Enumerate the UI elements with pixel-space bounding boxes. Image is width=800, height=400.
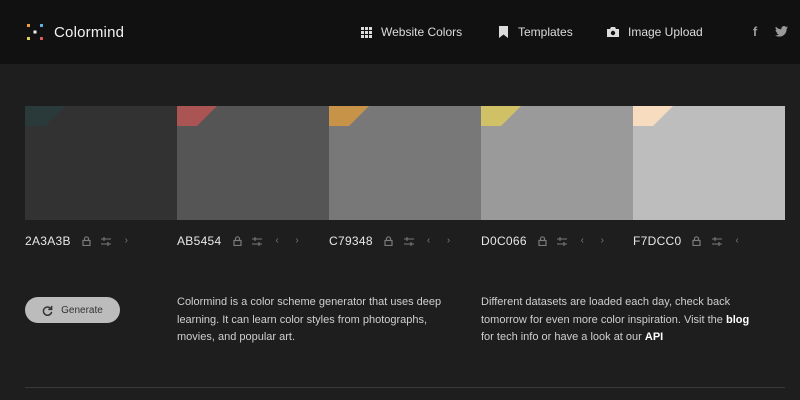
swatch-controls: D0C066 ‹ › <box>481 232 617 250</box>
adjust-sliders-icon[interactable] <box>101 236 112 247</box>
swatch-controls: AB5454 ‹ › <box>177 232 312 250</box>
color-code[interactable]: 2A3A3B <box>25 234 71 248</box>
twitter-icon[interactable] <box>774 24 788 38</box>
swatch-controls: C79348 ‹ › <box>329 232 463 250</box>
generate-button[interactable]: Generate <box>25 297 120 323</box>
color-swatch[interactable] <box>25 106 177 220</box>
nav-image-upload-label: Image Upload <box>628 25 703 39</box>
bookmark-icon <box>497 26 509 38</box>
color-swatch[interactable] <box>481 106 633 220</box>
color-code[interactable]: D0C066 <box>481 234 527 248</box>
chevron-right-icon[interactable]: › <box>597 236 608 247</box>
swatch-corner-accent <box>633 106 673 126</box>
adjust-sliders-icon[interactable] <box>711 236 722 247</box>
nav-templates[interactable]: Templates <box>497 23 573 41</box>
swatch-corner-accent <box>329 106 369 126</box>
divider <box>25 387 785 388</box>
color-code[interactable]: AB5454 <box>177 234 222 248</box>
camera-icon <box>607 26 619 38</box>
color-swatch[interactable] <box>329 106 481 220</box>
lock-icon[interactable] <box>383 236 394 247</box>
facebook-icon[interactable]: f <box>748 24 762 39</box>
chevron-right-icon[interactable]: › <box>121 236 132 247</box>
datasets-text-part: Different datasets are loaded each day, … <box>481 296 731 326</box>
refresh-icon <box>42 305 53 316</box>
swatch-corner-accent <box>177 106 217 126</box>
generate-label: Generate <box>61 304 103 316</box>
grid-icon <box>360 26 372 38</box>
colormind-logo-icon <box>27 24 43 40</box>
lock-icon[interactable] <box>537 236 548 247</box>
lock-icon[interactable] <box>81 236 92 247</box>
adjust-sliders-icon[interactable] <box>403 236 414 247</box>
nav-website-colors-label: Website Colors <box>381 25 463 39</box>
swatch-corner-accent <box>25 106 65 126</box>
swatch-controls: F7DCC0 ‹ <box>633 232 751 250</box>
lock-icon[interactable] <box>691 236 702 247</box>
adjust-sliders-icon[interactable] <box>557 236 568 247</box>
chevron-right-icon[interactable]: › <box>292 236 303 247</box>
adjust-sliders-icon[interactable] <box>252 236 263 247</box>
chevron-left-icon[interactable]: ‹ <box>731 236 742 247</box>
swatch-corner-accent <box>481 106 521 126</box>
nav-templates-label: Templates <box>518 25 573 39</box>
color-swatch[interactable] <box>177 106 329 220</box>
color-code[interactable]: C79348 <box>329 234 373 248</box>
chevron-right-icon[interactable]: › <box>443 236 454 247</box>
swatch-controls: 2A3A3B › <box>25 232 141 250</box>
chevron-left-icon[interactable]: ‹ <box>423 236 434 247</box>
blog-link[interactable]: blog <box>726 314 749 326</box>
color-swatch[interactable] <box>633 106 785 220</box>
color-code[interactable]: F7DCC0 <box>633 234 681 248</box>
chevron-left-icon[interactable]: ‹ <box>577 236 588 247</box>
brand-name: Colormind <box>54 23 125 41</box>
chevron-left-icon[interactable]: ‹ <box>272 236 283 247</box>
about-text: Colormind is a color scheme generator th… <box>177 296 442 343</box>
api-link[interactable]: API <box>645 331 663 343</box>
datasets-text: Different datasets are loaded each day, … <box>481 294 761 347</box>
nav-image-upload[interactable]: Image Upload <box>607 23 703 41</box>
lock-icon[interactable] <box>232 236 243 247</box>
nav-website-colors[interactable]: Website Colors <box>360 23 462 41</box>
datasets-text-part: for tech info or have a look at our <box>481 331 645 343</box>
brand-link[interactable]: Colormind <box>25 20 124 44</box>
top-navbar: Colormind Website Colors Templates Image… <box>0 0 800 64</box>
